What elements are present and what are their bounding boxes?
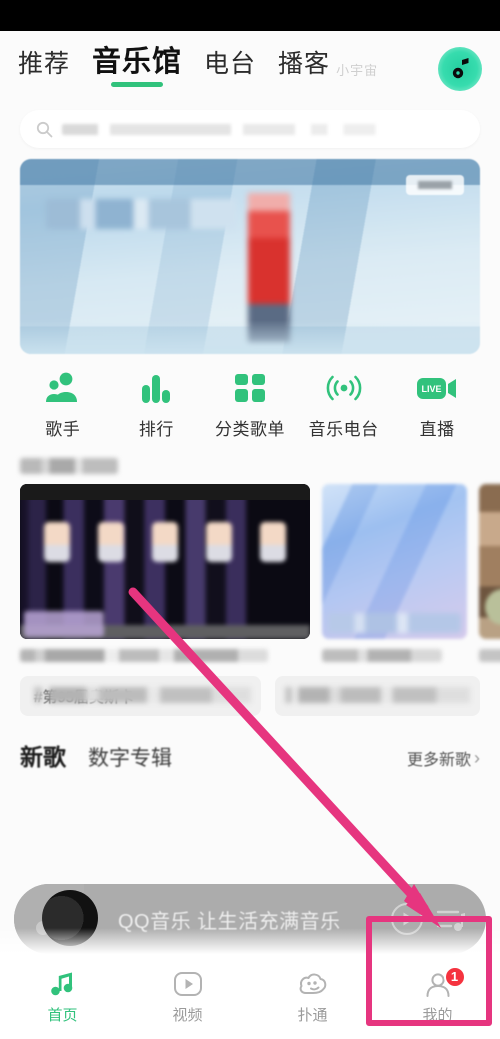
more-label: 更多新歌 [406,752,471,769]
tab-digital-album[interactable]: 数字专辑 [88,742,172,772]
card-thumbnail [322,484,467,639]
live-camera-icon: LIVE [416,370,458,406]
category-ranking[interactable]: 排行 [114,370,198,440]
more-new-songs-link[interactable]: 更多新歌 › [407,746,480,770]
tab-label: 音乐馆 [92,45,183,78]
singer-icon [45,370,81,406]
tab-radio[interactable]: 电台 [204,49,257,90]
banner-title-blurred [46,199,236,229]
bottom-navigation-bar: 首页 视频 扑通 1 我的 [0,954,500,1039]
featured-section [0,446,500,662]
card-title [20,649,268,662]
tab-music-hall[interactable]: 音乐馆 [92,45,183,90]
card-meta [322,649,467,662]
search-input[interactable] [62,123,464,135]
card-thumbnail [479,484,500,639]
mini-player-album-art[interactable] [14,884,98,954]
nav-label: 我的 [422,1006,453,1024]
top-tabs: 推荐 音乐馆 电台 播客 小宇宙 [18,45,438,90]
tab-podcast[interactable]: 播客 [278,49,331,90]
card-meta [479,649,500,662]
hashtag-chip-secondary[interactable] [275,676,480,716]
ranking-bars-icon [139,370,173,406]
tab-label: 推荐 [18,49,71,78]
hashtag-chip-oscars[interactable]: #第95届奥斯卡 [20,676,262,716]
playlist-icon[interactable] [434,902,468,936]
category-singer[interactable]: 歌手 [21,370,105,440]
card-carousel[interactable] [20,484,500,662]
nav-label: 首页 [47,1006,78,1024]
category-label: 歌手 [45,420,81,439]
card-title [479,649,500,662]
music-note-icon [48,969,78,999]
tab-label: 电台 [204,49,257,78]
banner-wave-overlay [20,320,480,354]
hashtag-row: #第95届奥斯卡 [0,662,500,716]
svg-text:LIVE: LIVE [422,384,442,394]
tab-new-songs[interactable]: 新歌 [20,738,66,772]
mini-player[interactable]: QQ音乐 让生活充满音乐 [14,884,486,954]
nav-item-putong[interactable]: 扑通 [250,969,375,1025]
app-screen: 推荐 音乐馆 电台 播客 小宇宙 歌手 排行 分类歌单 音乐电台 LIVE 直播… [0,0,500,1039]
app-logo-button[interactable] [438,46,482,91]
cloud-face-icon [298,969,328,999]
category-live[interactable]: LIVE 直播 [395,370,479,440]
nav-item-home[interactable]: 首页 [0,969,125,1025]
card-meta [20,649,310,662]
card-title [322,649,442,662]
nav-label: 扑通 [297,1006,328,1024]
card-mv-group[interactable] [20,484,310,662]
nav-item-mine[interactable]: 1 我的 [375,965,500,1025]
video-play-icon [173,969,203,999]
nav-label: 视频 [172,1006,203,1024]
category-label: 分类歌单 [214,420,285,439]
promo-banner[interactable] [20,159,480,354]
hashtag-blur-overlay [34,687,252,703]
card-badge [24,611,104,637]
nav-badge-count: 1 [443,965,466,988]
superscript-label: 小宇宙 [336,62,379,78]
search-bar[interactable] [20,110,480,148]
active-tab-underline [111,81,164,87]
vinyl-disc [42,890,98,946]
top-navigation-bar: 推荐 音乐馆 电台 播客 小宇宙 [0,31,500,106]
category-label: 直播 [419,420,455,439]
category-playlists[interactable]: 分类歌单 [208,370,292,440]
nav-item-video[interactable]: 视频 [125,969,250,1025]
banner-tag [406,175,464,195]
music-note-logo-icon [447,56,473,82]
category-label: 音乐电台 [308,420,379,439]
card-partial[interactable] [479,484,500,662]
chevron-right-icon: › [474,747,480,768]
card-faces [30,522,300,574]
category-radio[interactable]: 音乐电台 [302,370,386,440]
mini-player-title: QQ音乐 让生活充满音乐 [118,910,341,933]
tab-label: 播客 [278,49,331,78]
radio-waves-icon [324,370,364,406]
hashtag-blur-overlay [285,687,470,703]
banner-section [0,148,500,354]
tab-recommend[interactable]: 推荐 [18,49,71,90]
grid-squares-icon [233,370,267,406]
card-blue-album[interactable] [322,484,467,662]
category-shortcuts: 歌手 排行 分类歌单 音乐电台 LIVE 直播 [0,354,500,446]
card-thumbnail [20,484,310,639]
card-overlay-text [328,613,461,633]
category-label: 排行 [138,420,174,439]
section-title [20,458,118,474]
play-circle-icon[interactable] [390,902,424,936]
status-bar [0,0,500,31]
new-songs-header: 新歌 数字专辑 更多新歌 › [0,716,500,772]
search-icon [36,121,53,138]
search-section [0,106,500,148]
